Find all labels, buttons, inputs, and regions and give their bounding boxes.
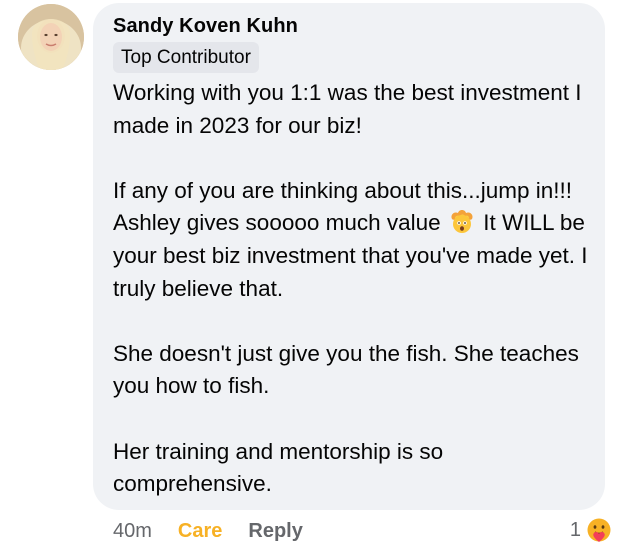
author-name[interactable]: Sandy Koven Kuhn xyxy=(113,15,298,38)
comment-paragraph: Working with you 1:1 was the best invest… xyxy=(113,80,582,138)
timestamp-link[interactable]: 40m xyxy=(113,517,152,545)
care-reaction-button[interactable]: Care xyxy=(178,517,222,545)
comment-body: Working with you 1:1 was the best invest… xyxy=(113,77,597,501)
comment-paragraph: If any of you are thinking about this...… xyxy=(113,175,597,305)
comment-actions: 40m Care Reply xyxy=(113,517,303,545)
reaction-summary[interactable]: 1 xyxy=(570,516,613,544)
avatar-photo xyxy=(18,4,84,70)
reply-button[interactable]: Reply xyxy=(248,517,302,545)
comment-paragraph: Her training and mentorship is so compre… xyxy=(113,438,444,497)
top-contributor-badge[interactable]: Top Contributor xyxy=(113,42,259,73)
author-avatar[interactable] xyxy=(18,4,84,70)
comment-paragraph: She doesn't just give you the fish. She … xyxy=(113,340,579,399)
reaction-count: 1 xyxy=(569,518,581,541)
care-reaction-icon xyxy=(586,517,612,543)
exploding-head-emoji-icon xyxy=(451,210,473,234)
